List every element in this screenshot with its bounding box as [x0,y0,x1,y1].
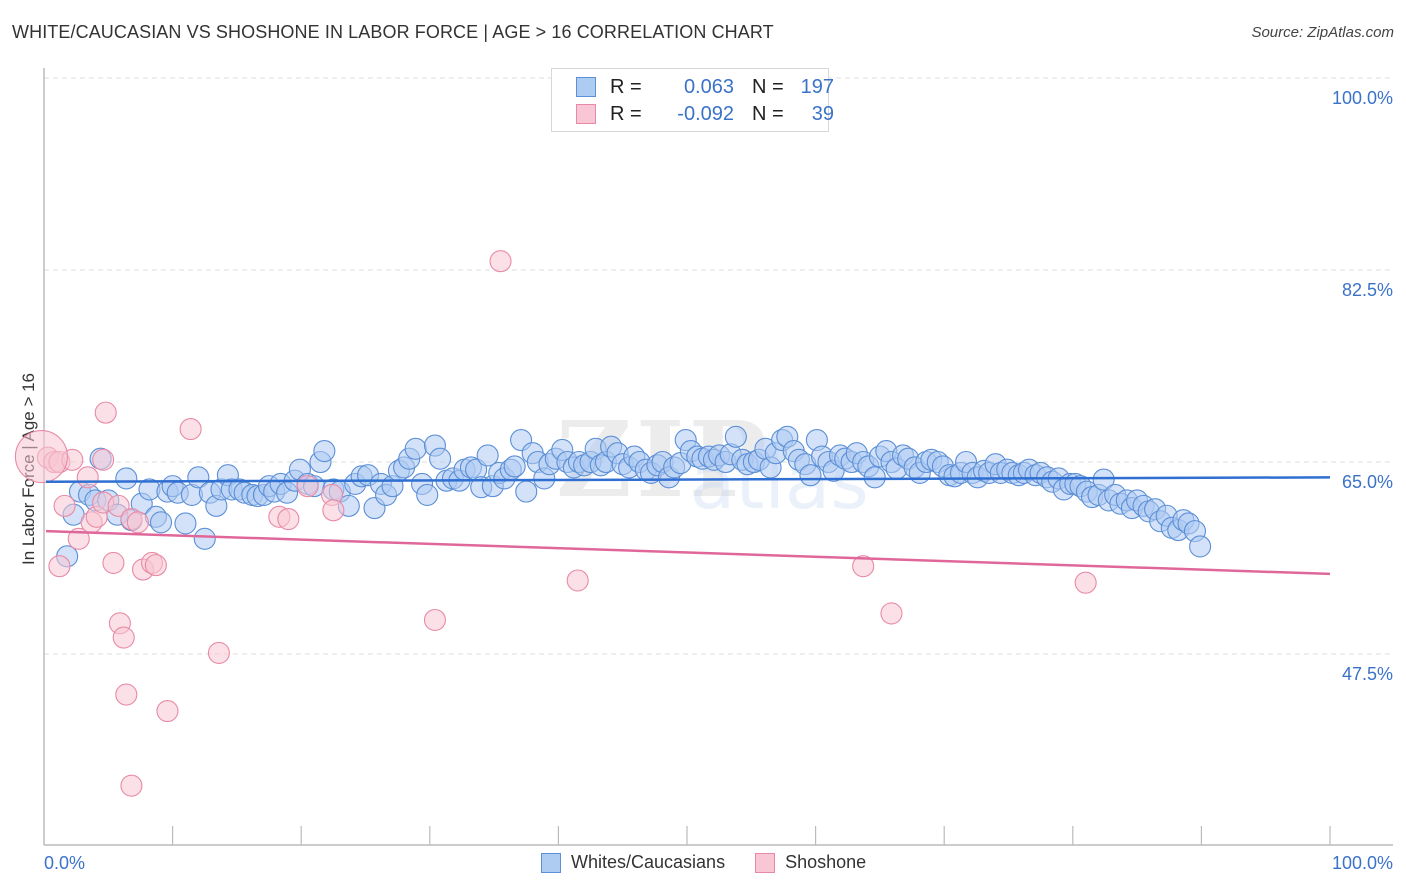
y-tick-label: 65.0% [1342,472,1393,492]
series-legend: Whites/Caucasians Shoshone [541,852,896,873]
y-tick-labels: 100.0% 82.5% 65.0% 47.5% [1332,88,1393,684]
point-whites [503,455,526,478]
y-tick-label: 47.5% [1342,664,1393,684]
n-label: N = [752,102,784,125]
series-whites-points [56,425,1212,568]
point-whites [515,480,538,503]
point-whites [429,447,452,470]
point-shoshone [94,401,117,424]
scatter-chart: 100.0%82.5%65.0%47.5% 0.0% 100.0% In Lab… [14,68,1393,873]
point-whites [313,439,336,463]
point-shoshone [120,774,143,797]
gridlines [44,77,1393,655]
legend-row-whites: R = 0.063 N = 197 [576,74,834,100]
point-shoshone [48,555,71,578]
legend-swatch-shoshone [576,104,596,124]
n-value: 197 [800,75,834,98]
point-shoshone [322,499,345,522]
point-whites [193,527,216,550]
point-shoshone [126,511,149,534]
point-shoshone [296,475,319,498]
point-shoshone [1074,571,1097,594]
point-whites [404,437,427,460]
r-label: R = [610,102,642,125]
point-whites [799,464,822,487]
y-tick-label: 82.5% [1342,280,1393,300]
point-whites [115,467,138,490]
y-tick-label: 100.0% [1332,88,1393,108]
point-shoshone [207,641,230,664]
legend-item-shoshone[interactable]: Shoshone [755,852,866,873]
legend-swatch-whites [576,77,596,97]
point-shoshone [92,448,115,471]
r-value: 0.063 [683,75,734,98]
point-shoshone [880,602,903,625]
legend-swatch-whites [541,852,561,873]
n-label: N = [752,75,784,98]
point-whites [724,425,747,448]
point-shoshone [102,551,125,574]
point-whites [1189,535,1212,558]
x-tick-label-min: 0.0% [44,853,85,873]
n-value: 39 [811,102,834,125]
point-shoshone [566,569,589,592]
legend-item-whites[interactable]: Whites/Caucasians [541,852,725,873]
point-shoshone [156,700,179,723]
legend-row-shoshone: R = -0.092 N = 39 [576,101,834,127]
x-ticks [172,826,1331,845]
point-shoshone [53,494,76,517]
legend-label-shoshone: Shoshone [785,852,867,872]
r-label: R = [610,75,642,98]
trend-line-shoshone [45,529,1331,576]
point-shoshone [112,626,135,649]
r-value: -0.092 [677,102,734,125]
point-shoshone [144,554,167,577]
point-shoshone [489,250,512,273]
point-shoshone [179,418,202,441]
point-shoshone [14,429,68,484]
point-whites [149,511,173,534]
point-shoshone [76,466,99,489]
point-whites [863,466,886,489]
point-shoshone [277,508,300,531]
x-tick-label-max: 100.0% [1332,853,1393,873]
point-whites [416,483,439,506]
legend-swatch-shoshone [755,852,776,873]
legend-label-whites: Whites/Caucasians [571,852,726,872]
point-shoshone [423,608,446,632]
point-whites [174,512,197,535]
point-shoshone [115,683,138,706]
stats-legend: R = 0.063 N = 197 R = -0.092 N = 39 [551,68,834,132]
